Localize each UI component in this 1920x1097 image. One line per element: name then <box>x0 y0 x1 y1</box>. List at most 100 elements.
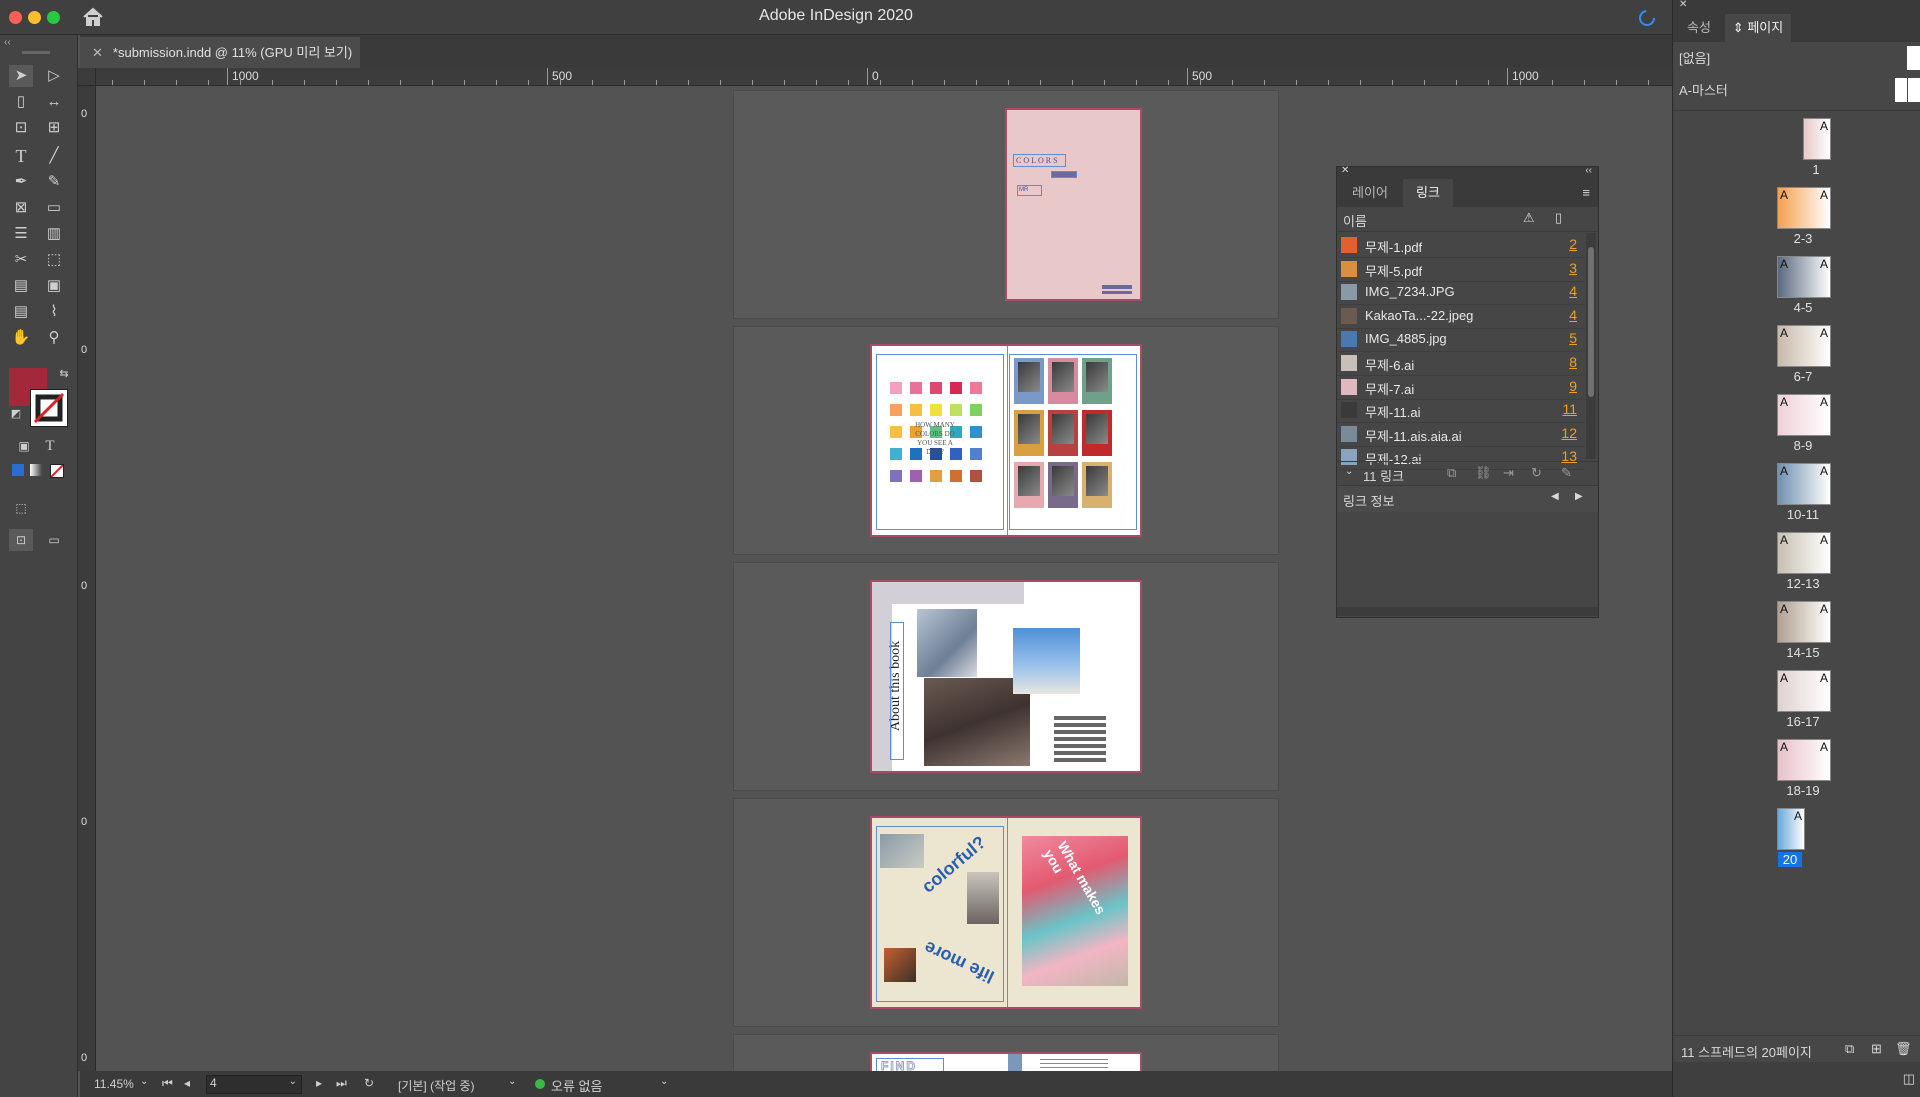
free-transform-tool-icon[interactable]: ⬚ <box>42 249 66 271</box>
preflight-status[interactable]: 오류 없음 <box>551 1076 602 1095</box>
panel-menu-icon[interactable]: ≡ <box>1582 185 1590 200</box>
last-spread-icon[interactable]: ⏭ <box>336 1076 347 1091</box>
link-page-number[interactable]: 3 <box>1569 260 1577 276</box>
tab-properties[interactable]: 속성 <box>1673 14 1725 42</box>
page-thumbnail[interactable]: AA <box>1777 325 1831 367</box>
link-info-label[interactable]: 링크 정보 <box>1343 491 1394 510</box>
link-page-number[interactable]: 12 <box>1561 425 1577 441</box>
ruler-origin[interactable] <box>78 68 96 86</box>
sync-icon[interactable]: ↻ <box>364 1076 374 1090</box>
eyedropper-tool-icon[interactable]: ⌇ <box>42 301 66 323</box>
page-thumbnail-item[interactable]: A 20 <box>1673 808 1920 874</box>
prev-link-icon[interactable]: ◀ <box>1551 491 1559 502</box>
pencil-tool-icon[interactable]: ✎ <box>42 171 66 193</box>
horizontal-ruler[interactable]: 1000 500 0 500 1000 <box>80 68 1672 86</box>
apply-gradient-icon[interactable] <box>30 464 42 476</box>
tab-links[interactable]: 링크 <box>1403 179 1453 207</box>
gradient-swatch-tool-icon[interactable]: ▤ <box>9 275 33 297</box>
rectangle-tool-icon[interactable]: ▭ <box>42 197 66 219</box>
first-spread-icon[interactable]: ⏮ <box>162 1076 173 1091</box>
line-tool-icon[interactable]: ╱ <box>42 145 66 167</box>
page-thumbnail-item[interactable]: A A 2-3 <box>1673 187 1920 253</box>
swap-colors-icon[interactable]: ⇆ <box>52 363 76 385</box>
type-tool-icon[interactable]: T <box>9 145 33 167</box>
next-page-icon[interactable]: ▸ <box>316 1076 322 1090</box>
link-list-scrollbar[interactable] <box>1586 233 1596 459</box>
page-thumbnail-item[interactable]: A A 16-17 <box>1673 670 1920 736</box>
stroke-color-swatch[interactable] <box>30 389 68 427</box>
horizontal-grid-tool-icon[interactable]: ☰ <box>9 223 33 245</box>
page-thumbnail-item[interactable]: A A 6-7 <box>1673 325 1920 391</box>
page-thumbnail[interactable]: A <box>1777 808 1805 850</box>
previous-page-icon[interactable]: ◂ <box>184 1076 190 1090</box>
link-row[interactable]: 무제-5.pdf 3 <box>1337 257 1585 282</box>
page-thumbnail[interactable]: A <box>1803 118 1831 160</box>
link-page-number[interactable]: 11 <box>1562 401 1577 417</box>
page-thumbnail-item[interactable]: A A 18-19 <box>1673 739 1920 805</box>
page-thumbnail-item[interactable]: A A 10-11 <box>1673 463 1920 529</box>
zoom-tool-icon[interactable]: ⚲ <box>42 327 66 349</box>
spread-8-9[interactable]: FIND <box>870 1052 1142 1071</box>
page-thumbnail[interactable]: AA <box>1777 394 1831 436</box>
collapse-panel-icon[interactable]: ‹‹ <box>1585 165 1592 176</box>
page-thumbnail-item[interactable]: A A 8-9 <box>1673 394 1920 460</box>
master-a-thumb-right[interactable] <box>1908 78 1920 102</box>
gradient-feather-tool-icon[interactable]: ▣ <box>42 275 66 297</box>
page-dropdown-icon[interactable]: ⌄ <box>289 1076 297 1087</box>
page-tool-icon[interactable]: ▯ <box>9 91 33 113</box>
zoom-level[interactable]: 11.45% <box>94 1077 134 1091</box>
direct-selection-tool-icon[interactable]: ▷ <box>42 65 66 87</box>
collapse-tools-icon[interactable]: ‹‹ <box>4 37 11 48</box>
scissors-tool-icon[interactable]: ✂ <box>9 249 33 271</box>
page-thumbnail[interactable]: AA <box>1777 532 1831 574</box>
page-thumbnail[interactable]: AA <box>1777 670 1831 712</box>
link-row[interactable]: 무제-11.ai 11 <box>1337 398 1585 424</box>
link-page-number[interactable]: 5 <box>1569 330 1577 346</box>
goto-link-icon[interactable]: ⇥ <box>1503 465 1514 481</box>
next-link-icon[interactable]: ▶ <box>1575 491 1583 502</box>
page-thumbnail[interactable]: AA <box>1777 256 1831 298</box>
selection-tool-icon[interactable]: ➤ <box>9 65 33 87</box>
master-none-thumb[interactable] <box>1907 46 1920 70</box>
note-tool-icon[interactable]: ▤ <box>9 301 33 323</box>
page-thumbnail[interactable]: AA <box>1777 739 1831 781</box>
normal-view-icon[interactable]: ⊡ <box>9 529 33 551</box>
formatting-text-icon[interactable]: T <box>38 435 62 457</box>
scrollbar-thumb[interactable] <box>1588 247 1594 397</box>
default-colors-icon[interactable]: ◩ <box>4 403 28 425</box>
tab-layers[interactable]: 레이어 <box>1337 179 1403 207</box>
page-thumbnail[interactable]: AA <box>1777 601 1831 643</box>
preflight-profile[interactable]: [기본] (작업 중) <box>398 1077 475 1094</box>
page-1[interactable]: COLORS MR <box>1005 108 1142 301</box>
spread-2-3[interactable]: HOW MANY COLORS DO YOU SEE A DAY? <box>870 344 1142 537</box>
rectangle-frame-tool-icon[interactable]: ⊠ <box>9 197 33 219</box>
links-panel-titlebar[interactable]: ✕ ‹‹ <box>1337 165 1598 179</box>
page-thumbnail-item[interactable]: A A 12-13 <box>1673 532 1920 598</box>
screen-mode-icon[interactable]: ▭ <box>42 529 66 551</box>
link-page-number[interactable]: 4 <box>1569 283 1577 299</box>
document-tab[interactable]: ✕ *submission.indd @ 11% (GPU 미리 보기) <box>80 37 360 68</box>
link-page-number[interactable]: 8 <box>1569 354 1577 370</box>
page-thumbnail-item[interactable]: A A 4-5 <box>1673 256 1920 322</box>
update-link-icon[interactable]: ↻ <box>1531 465 1542 481</box>
page-thumbnail-item[interactable]: A A 14-15 <box>1673 601 1920 667</box>
panel-layout-icon[interactable]: ◫ <box>1903 1071 1915 1087</box>
warning-column-icon[interactable]: ⚠ <box>1523 210 1535 226</box>
vertical-grid-tool-icon[interactable]: ▥ <box>42 223 66 245</box>
toolbar-grip[interactable] <box>22 51 50 54</box>
expand-links-icon[interactable]: ⌄ <box>1345 466 1353 477</box>
delete-page-icon[interactable]: 🗑 <box>1895 1041 1912 1057</box>
gap-tool-icon[interactable]: ↔ <box>42 91 66 113</box>
close-panel-icon[interactable]: ✕ <box>1341 165 1349 176</box>
view-mode-icon[interactable]: ⬚ <box>9 497 33 519</box>
column-name[interactable]: 이름 <box>1343 211 1367 230</box>
pen-tool-icon[interactable]: ✒ <box>9 171 33 193</box>
link-row[interactable]: KakaoTa...-22.jpeg 4 <box>1337 304 1585 329</box>
link-page-number[interactable]: 2 <box>1569 236 1577 252</box>
vertical-ruler[interactable]: 0 0 0 0 0 <box>78 86 96 1071</box>
page-thumbnail-item[interactable]: A1 <box>1673 118 1920 184</box>
new-page-icon[interactable]: ⊞ <box>1871 1041 1882 1057</box>
link-row[interactable]: IMG_7234.JPG 4 <box>1337 280 1585 306</box>
relink-icon[interactable]: ⛓ <box>1475 465 1492 481</box>
edit-original-icon[interactable]: ✎ <box>1561 465 1572 481</box>
